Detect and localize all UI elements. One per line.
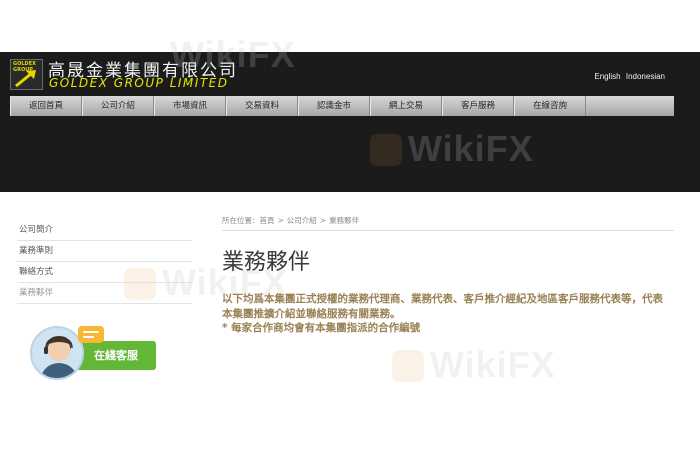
breadcrumb: 所在位置：首頁 > 公司介紹 > 業務夥伴: [222, 215, 359, 226]
watermark: WikiFX: [430, 344, 556, 385]
customer-service-label: 在綫客服: [76, 341, 156, 370]
sidebar-item-business-partners[interactable]: 業務夥伴: [17, 283, 192, 304]
customer-service-text: 在綫客服: [94, 349, 138, 362]
company-name-english: GOLDEX GROUP LIMITED: [49, 76, 229, 90]
description-paragraph: 以下均爲本集團正式授權的業務代理商、業務代表、客戶推介經紀及地區客戶服務代表等，…: [222, 293, 663, 320]
sidebar-item-contact[interactable]: 聯絡方式: [17, 262, 192, 283]
nav-item-customer-service[interactable]: 客戶服務: [442, 96, 514, 116]
page-title: 業務夥伴: [222, 250, 311, 275]
logo-arrow-icon: [15, 70, 36, 88]
nav-item-gold-market[interactable]: 認識金市: [298, 96, 370, 116]
lang-indonesian-link[interactable]: Indonesian: [626, 72, 665, 81]
breadcrumb-current: 業務夥伴: [329, 216, 360, 225]
nav-item-online-trading[interactable]: 網上交易: [370, 96, 442, 116]
breadcrumb-separator: >: [277, 216, 284, 225]
breadcrumb-section[interactable]: 公司介紹: [287, 216, 317, 225]
nav-item-home[interactable]: 返回首頁: [10, 96, 82, 116]
partner-description: 以下均爲本集團正式授權的業務代理商、業務代表、客戶推介經紀及地區客戶服務代表等，…: [222, 292, 672, 336]
language-switcher: English Indonesian: [591, 72, 665, 81]
nav-item-company[interactable]: 公司介紹: [82, 96, 154, 116]
main-nav: 返回首頁 公司介紹 市場資訊 交易資料 認識金市 網上交易 客戶服務 在線咨詢: [10, 96, 674, 116]
breadcrumb-separator: >: [319, 216, 327, 225]
watermark: WikiFX: [408, 128, 534, 169]
site-header: GOLDEX GROUP 高晟金業集團有限公司 GOLDEX GROUP LIM…: [0, 52, 700, 192]
nav-item-market-info[interactable]: 市場資訊: [154, 96, 226, 116]
partner-code-note: * 每家合作商均會有本集團指派的合作編號: [222, 322, 421, 334]
agent-avatar-icon: [30, 326, 84, 380]
breadcrumb-prefix: 所在位置：: [222, 216, 260, 225]
lang-english-link[interactable]: English: [594, 72, 620, 81]
nav-item-online-consult[interactable]: 在線咨詢: [514, 96, 586, 116]
sidebar: 公司簡介 業務準則 聯絡方式 業務夥伴: [17, 220, 192, 304]
divider: [222, 230, 674, 231]
logo-icon[interactable]: GOLDEX GROUP: [10, 59, 43, 90]
sidebar-item-company-profile[interactable]: 公司簡介: [17, 220, 192, 241]
page: GOLDEX GROUP 高晟金業集團有限公司 GOLDEX GROUP LIM…: [0, 0, 700, 450]
sidebar-item-business-guidelines[interactable]: 業務準則: [17, 241, 192, 262]
watermark-logo-icon: [392, 350, 424, 382]
breadcrumb-home[interactable]: 首頁: [260, 216, 275, 225]
online-customer-service-button[interactable]: 在綫客服: [30, 326, 160, 382]
nav-item-trading-data[interactable]: 交易資料: [226, 96, 298, 116]
watermark: WikiFX: [170, 34, 296, 75]
watermark-logo-icon: [370, 134, 402, 166]
chat-bubble-icon: [78, 326, 104, 343]
